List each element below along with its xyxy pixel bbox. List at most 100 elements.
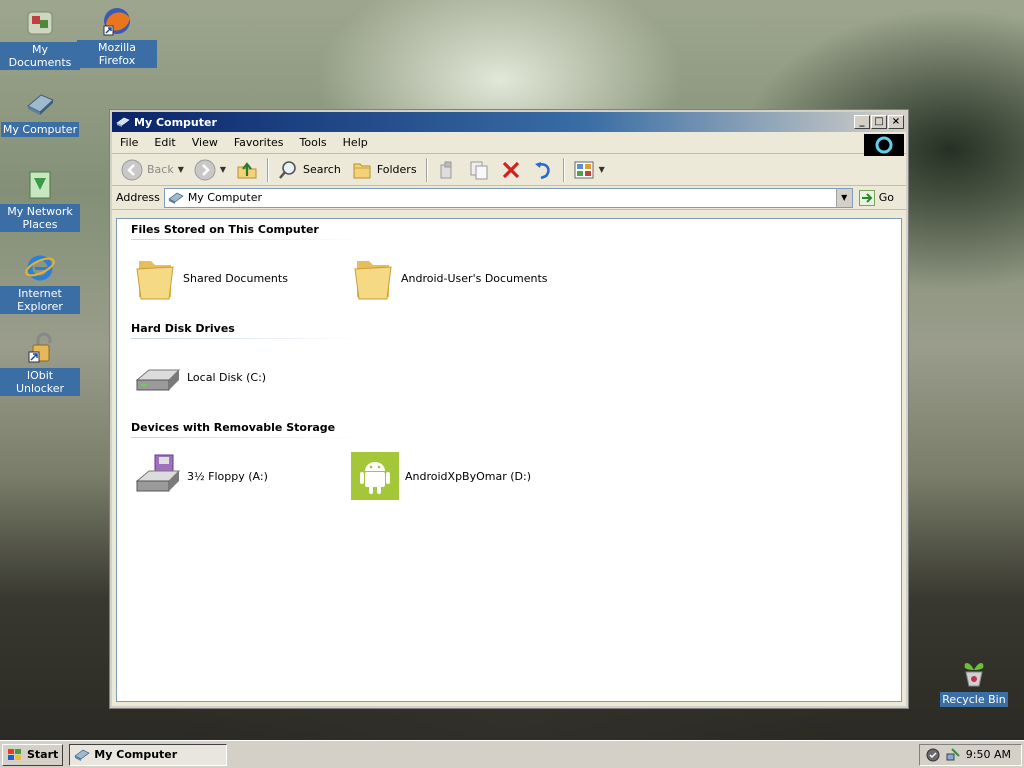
unlocker-icon: [28, 332, 52, 363]
menu-file[interactable]: File: [112, 136, 146, 149]
chevron-down-icon[interactable]: ▼: [599, 165, 605, 174]
desktop-icon-label: My Documents: [0, 42, 80, 70]
toolbar-separator: [562, 157, 564, 182]
folders-label: Folders: [376, 163, 417, 176]
menu-view[interactable]: View: [184, 136, 226, 149]
move-to-icon: [440, 161, 452, 178]
address-dropdown-button[interactable]: ▼: [835, 188, 852, 207]
hard-disk-icon: [135, 369, 181, 391]
recycle-bin-icon: [964, 663, 984, 687]
my-computer-icon: [74, 749, 90, 761]
search-button[interactable]: Search: [272, 156, 346, 184]
delete-icon: [502, 161, 519, 178]
menu-help[interactable]: Help: [335, 136, 376, 149]
go-button[interactable]: Go: [858, 189, 902, 206]
start-button[interactable]: Start: [2, 743, 64, 766]
folder-icon: [354, 261, 392, 300]
group-hard-disk-drives: Hard Disk Drives: [131, 322, 361, 339]
throbber-icon: [875, 136, 893, 154]
delete-button[interactable]: [495, 156, 527, 184]
address-input[interactable]: My Computer ▼: [163, 187, 853, 208]
views-button[interactable]: ▼: [568, 156, 610, 184]
up-folder-button[interactable]: [231, 156, 263, 184]
go-label: Go: [878, 191, 894, 204]
item-shared-documents[interactable]: Shared Documents: [133, 253, 288, 303]
item-user-documents[interactable]: Android-User's Documents: [351, 253, 548, 303]
undo-icon: [534, 161, 550, 179]
chevron-down-icon[interactable]: ▼: [178, 165, 184, 174]
group-header: Files Stored on This Computer: [131, 223, 319, 236]
forward-arrow-icon: [194, 159, 216, 180]
item-label: 3½ Floppy (A:): [187, 469, 268, 483]
system-tray: 9:50 AM: [918, 743, 1022, 766]
chevron-down-icon[interactable]: ▼: [220, 165, 226, 174]
network-icon[interactable]: [946, 747, 960, 762]
back-arrow-icon: [121, 159, 143, 180]
item-android-drive-d[interactable]: AndroidXpByOmar (D:): [351, 451, 531, 501]
android-icon: [351, 452, 399, 500]
group-divider: [131, 437, 361, 438]
desktop-icon-internet-explorer[interactable]: Internet Explorer: [0, 250, 80, 314]
network-places-icon: [29, 171, 51, 199]
desktop-icon-label: My Network Places: [0, 204, 80, 232]
search-label: Search: [303, 163, 341, 176]
clock[interactable]: 9:50 AM: [966, 748, 1011, 761]
undo-button[interactable]: [527, 156, 559, 184]
menu-tools[interactable]: Tools: [292, 136, 335, 149]
group-removable-storage: Devices with Removable Storage: [131, 421, 361, 438]
search-icon: [279, 160, 296, 179]
shield-icon[interactable]: [926, 748, 940, 762]
group-files-stored: Files Stored on This Computer: [131, 223, 361, 240]
desktop-icon-label: Mozilla Firefox: [77, 40, 157, 68]
title-bar[interactable]: My Computer _ □ ×: [112, 112, 906, 132]
my-computer-icon: [27, 94, 54, 115]
menu-favorites[interactable]: Favorites: [226, 136, 292, 149]
desktop-icon-label: IObit Unlocker: [0, 368, 80, 396]
forward-button[interactable]: ▼: [189, 156, 231, 184]
address-value: My Computer: [187, 191, 262, 204]
menu-edit[interactable]: Edit: [146, 136, 183, 149]
copy-to-icon: [470, 161, 488, 179]
my-computer-icon: [168, 192, 184, 204]
file-view: Files Stored on This Computer Shared Doc…: [116, 218, 902, 702]
copy-to-button[interactable]: [463, 156, 495, 184]
item-label: Shared Documents: [183, 271, 288, 285]
move-to-button[interactable]: [431, 156, 463, 184]
folders-button[interactable]: Folders: [346, 156, 422, 184]
folders-icon: [353, 163, 371, 178]
item-label: Android-User's Documents: [401, 271, 548, 285]
desktop-icon-unlocker[interactable]: IObit Unlocker: [0, 332, 80, 396]
maximize-button[interactable]: □: [871, 115, 887, 129]
taskbar: Start My Computer 9:50 AM: [0, 740, 1024, 768]
group-divider: [131, 239, 361, 240]
firefox-icon: [103, 8, 130, 36]
back-label: Back: [147, 163, 174, 176]
desktop-icon-label: Recycle Bin: [940, 692, 1008, 707]
floppy-drive-icon: [135, 454, 181, 492]
back-button[interactable]: Back ▼: [116, 156, 189, 184]
desktop-icon-recycle-bin[interactable]: Recycle Bin: [934, 656, 1014, 707]
item-label: AndroidXpByOmar (D:): [405, 469, 531, 483]
taskbar-button-label: My Computer: [94, 748, 178, 761]
desktop-icon-my-documents[interactable]: My Documents: [0, 6, 80, 70]
toolbar: Back ▼ ▼ Search Folders ▼: [112, 154, 906, 186]
views-icon: [574, 161, 594, 178]
up-folder-icon: [237, 161, 257, 178]
minimize-button[interactable]: _: [854, 115, 870, 129]
desktop-icon-firefox[interactable]: Mozilla Firefox: [77, 4, 157, 68]
address-label: Address: [116, 191, 160, 204]
group-header: Hard Disk Drives: [131, 322, 235, 335]
toolbar-separator: [425, 157, 427, 182]
my-computer-icon: [116, 117, 130, 127]
taskbar-button-my-computer[interactable]: My Computer: [69, 743, 228, 766]
item-local-disk-c[interactable]: Local Disk (C:): [133, 352, 266, 402]
desktop-icon-network-places[interactable]: My Network Places: [0, 168, 80, 232]
my-computer-window[interactable]: My Computer _ □ × File Edit View Favorit…: [110, 110, 908, 708]
desktop-icon-label: Internet Explorer: [0, 286, 80, 314]
desktop-icon-my-computer[interactable]: My Computer: [0, 86, 80, 137]
go-arrow-icon: [858, 189, 875, 206]
my-documents-icon: [27, 11, 53, 35]
toolbar-separator: [267, 157, 269, 182]
item-floppy-a[interactable]: 3½ Floppy (A:): [133, 451, 268, 501]
close-button[interactable]: ×: [888, 115, 904, 129]
